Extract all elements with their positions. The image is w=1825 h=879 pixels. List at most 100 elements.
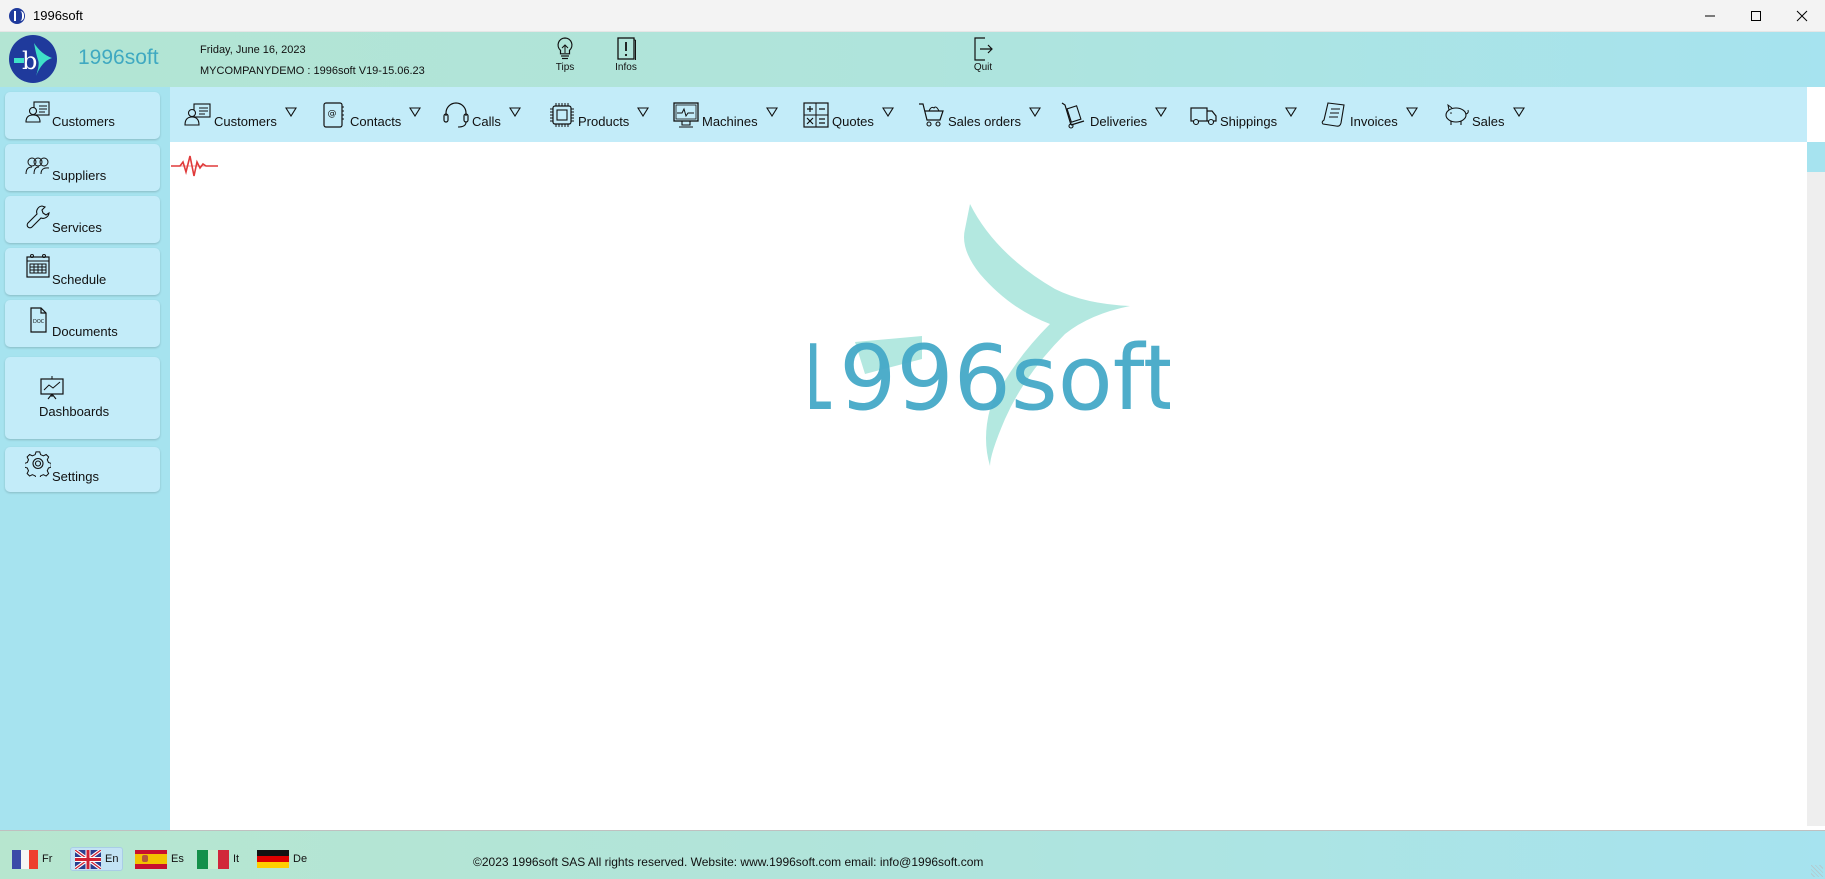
sidebar-item-suppliers[interactable]: Suppliers (5, 144, 160, 191)
italy-flag-icon (197, 849, 230, 869)
resize-grip[interactable] (1811, 865, 1823, 877)
chevron-down-icon[interactable] (1155, 107, 1168, 117)
sidebar-label: Schedule (52, 272, 107, 287)
heartbeat-icon[interactable] (170, 152, 220, 180)
language-it-button[interactable]: It (193, 847, 243, 871)
suppliers-icon (25, 157, 50, 175)
tips-button[interactable]: Tips (540, 36, 590, 73)
brand-name: 1996soft (78, 46, 159, 69)
language-code: Fr (42, 853, 53, 865)
sidebar-item-documents[interactable]: DOC Documents (5, 300, 160, 347)
sidebar-item-settings[interactable]: Settings (5, 447, 160, 492)
svg-text:@: @ (328, 109, 337, 119)
nav-customers[interactable]: Customers (184, 99, 297, 129)
hand-truck-icon (1061, 102, 1085, 129)
nav-label: Machines (702, 114, 758, 129)
close-button[interactable] (1779, 0, 1825, 32)
scrollbar-thumb[interactable] (1807, 142, 1825, 172)
headset-icon (443, 102, 469, 128)
nav-products[interactable]: Products (548, 99, 650, 129)
nav-label: Deliveries (1090, 114, 1148, 129)
quit-button[interactable]: Quit (958, 36, 1008, 73)
nav-calls[interactable]: Calls (442, 99, 521, 129)
gear-icon (25, 451, 51, 477)
tips-label: Tips (555, 62, 575, 73)
nav-label: Sales (1472, 114, 1505, 129)
window-controls (1687, 0, 1825, 32)
language-de-button[interactable]: De (253, 847, 311, 871)
customers-icon (184, 103, 211, 126)
svg-text:DOC: DOC (33, 319, 45, 325)
spain-flag-icon (135, 849, 167, 869)
language-en-button[interactable]: En (70, 847, 124, 871)
minimize-button[interactable] (1687, 0, 1733, 32)
window-titlebar: 1996soft (0, 0, 1825, 32)
company-version: MYCOMPANYDEMO : 1996soft V19-15.06.23 (200, 65, 425, 77)
uk-flag-icon (75, 849, 101, 869)
chevron-down-icon[interactable] (1285, 107, 1298, 117)
nav-sales-orders[interactable]: Sales orders (918, 99, 1041, 129)
quit-label: Quit (973, 62, 993, 73)
nav-deliveries[interactable]: Deliveries (1060, 99, 1168, 129)
monitor-icon (673, 102, 699, 128)
nav-contacts[interactable]: @ Contacts (320, 99, 422, 129)
chevron-down-icon[interactable] (409, 107, 422, 117)
nav-label: Products (578, 114, 630, 129)
sidebar-label: Documents (52, 324, 118, 339)
language-code: It (233, 853, 240, 865)
sidebar-item-dashboards[interactable]: Dashboards (5, 357, 160, 439)
piggy-bank-icon (1445, 103, 1469, 125)
chevron-down-icon[interactable] (637, 107, 650, 117)
nav-invoices[interactable]: Invoices (1320, 99, 1418, 129)
copyright-text: ©2023 1996soft SAS All rights reserved. … (473, 855, 984, 869)
chevron-down-icon[interactable] (1028, 107, 1041, 117)
nav-label: Quotes (832, 114, 874, 129)
nav-machines[interactable]: Machines (672, 99, 778, 129)
sidebar-label: Services (52, 220, 102, 235)
nav-quotes[interactable]: Quotes (802, 99, 894, 129)
nav-shippings[interactable]: Shippings (1190, 99, 1298, 129)
nav-label: Calls (472, 114, 501, 129)
lightbulb-icon (557, 37, 573, 60)
sidebar-item-customers[interactable]: Customers (5, 92, 160, 139)
document-icon: DOC (30, 307, 47, 333)
sidebar-label: Customers (52, 114, 115, 129)
chevron-down-icon[interactable] (508, 107, 521, 117)
nav-sales[interactable]: Sales (1442, 99, 1525, 129)
language-code: En (105, 853, 119, 865)
app-header: b 1996soft Friday, June 16, 2023 MYCOMPA… (0, 32, 1825, 87)
close-icon (1796, 10, 1808, 22)
chevron-down-icon[interactable] (1512, 107, 1525, 117)
info-book-icon (617, 37, 636, 60)
chip-icon (550, 103, 574, 127)
minimize-icon (1705, 15, 1715, 17)
contacts-book-icon: @ (323, 102, 344, 128)
language-es-button[interactable]: Es (131, 847, 188, 871)
maximize-button[interactable] (1733, 0, 1779, 32)
dashboard-icon (40, 376, 64, 400)
sidebar-item-services[interactable]: Services (5, 196, 160, 243)
current-date: Friday, June 16, 2023 (200, 44, 306, 56)
sidebar-label: Dashboards (39, 404, 110, 419)
nav-label: Shippings (1220, 114, 1278, 129)
germany-flag-icon (257, 849, 289, 869)
language-fr-button[interactable]: Fr (8, 847, 56, 871)
vertical-scrollbar[interactable] (1807, 142, 1825, 826)
svg-text:b: b (22, 47, 37, 75)
france-flag-icon (12, 849, 39, 869)
chevron-down-icon[interactable] (881, 107, 894, 117)
infos-button[interactable]: Infos (601, 36, 651, 73)
nav-label: Customers (214, 114, 277, 129)
main-content: 1996soft (170, 142, 1807, 826)
window-title: 1996soft (33, 8, 83, 23)
chevron-down-icon[interactable] (284, 107, 297, 117)
truck-icon (1190, 107, 1217, 126)
splash-logo-text: 1996soft (810, 326, 1170, 431)
chevron-down-icon[interactable] (1405, 107, 1418, 117)
sidebar-item-schedule[interactable]: Schedule (5, 248, 160, 295)
nav-label: Invoices (1350, 114, 1398, 129)
nav-label: Sales orders (948, 114, 1021, 129)
maximize-icon (1751, 11, 1761, 21)
app-icon (9, 7, 25, 24)
chevron-down-icon[interactable] (765, 107, 778, 117)
